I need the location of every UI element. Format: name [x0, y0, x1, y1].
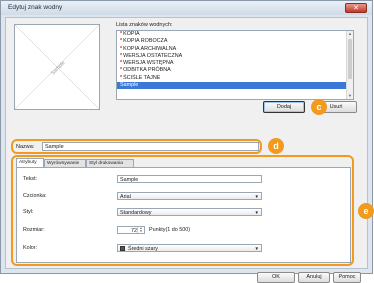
close-button[interactable]: ✕: [345, 3, 367, 13]
star-icon: *: [120, 60, 123, 67]
dialog-content: Sample Lista znaków wodnych: *KOPIA *KOPI…: [5, 17, 374, 283]
callout-d: d: [268, 138, 284, 154]
title-bar: Edytuj znak wodny ✕: [1, 1, 372, 15]
text-input[interactable]: Sample: [117, 175, 262, 183]
watermark-list[interactable]: *KOPIA *KOPIA ROBOCZA *KOPIA ARCHIWALNA *WE…: [116, 30, 354, 100]
ok-button[interactable]: OK: [257, 272, 295, 283]
color-select[interactable]: Średni szary ▼: [117, 244, 262, 252]
attributes-panel: Tekst: Sample Czcionka: Arial ▼ Styl: St…: [16, 167, 351, 263]
watermark-list-item-label: WERSJA WSTĘPNA: [123, 60, 174, 67]
help-button[interactable]: Pomoc: [333, 272, 361, 283]
size-label: Rozmiar:: [23, 227, 45, 233]
watermark-list-item-label: ODBITKA PRÓBNA: [123, 67, 171, 74]
scroll-thumb[interactable]: [348, 39, 352, 79]
chevron-down-icon: ▼: [254, 210, 259, 215]
style-select[interactable]: Standardowy ▼: [117, 208, 262, 216]
callout-e: e: [358, 203, 374, 219]
style-value: Standardowy: [120, 210, 152, 216]
chevron-down-icon: ▼: [254, 246, 259, 251]
callout-c: c: [311, 99, 327, 115]
scroll-up-icon[interactable]: ▲: [347, 31, 353, 37]
watermark-list-item-label: ŚCIŚLE TAJNE: [123, 74, 161, 81]
star-icon: *: [120, 74, 123, 81]
watermark-list-label: Lista znaków wodnych:: [116, 22, 173, 28]
add-button[interactable]: Dodaj: [263, 101, 305, 113]
font-select[interactable]: Arial ▼: [117, 192, 262, 200]
color-label: Kolor:: [23, 245, 38, 251]
font-label: Czcionka:: [23, 193, 47, 199]
watermark-list-item-label: KOPIA ROBOCZA: [123, 38, 168, 45]
preview-canvas: Sample: [15, 25, 99, 109]
watermark-list-item[interactable]: *KOPIA: [117, 31, 353, 38]
watermark-list-item[interactable]: *ŚCIŚLE TAJNE: [117, 75, 353, 82]
watermark-list-item-label: Sample: [120, 82, 139, 89]
watermark-list-item[interactable]: *WERSJA OSTATECZNA: [117, 53, 353, 60]
edit-watermark-dialog: Edytuj znak wodny ✕ Sample Lista znaków …: [0, 0, 374, 283]
watermark-list-item-label: WERSJA OSTATECZNA: [123, 52, 183, 59]
chevron-down-icon: ▼: [254, 194, 259, 199]
color-value: Średni szary: [128, 246, 158, 252]
star-icon: *: [120, 45, 123, 52]
watermark-list-item[interactable]: *KOPIA ARCHIWALNA: [117, 46, 353, 53]
watermark-list-item[interactable]: Sample: [117, 82, 353, 90]
watermark-list-item-label: KOPIA: [123, 31, 140, 37]
color-swatch: [120, 246, 125, 251]
scroll-down-icon[interactable]: ▼: [347, 93, 353, 99]
watermark-list-item[interactable]: *KOPIA ROBOCZA: [117, 38, 353, 45]
star-icon: *: [120, 31, 123, 37]
star-icon: *: [120, 67, 123, 74]
style-label: Styl:: [23, 209, 34, 215]
star-icon: *: [120, 38, 123, 45]
list-scrollbar[interactable]: ▲ ▼: [346, 31, 353, 99]
cancel-button[interactable]: Anuluj: [298, 272, 330, 283]
text-label: Tekst:: [23, 176, 38, 182]
font-value: Arial: [120, 194, 131, 200]
spinner-arrows-icon[interactable]: ▲ ▼: [137, 227, 144, 233]
watermark-preview: Sample: [14, 24, 100, 110]
size-spinner[interactable]: 72 ▲ ▼: [117, 226, 145, 234]
star-icon: *: [120, 52, 123, 59]
close-icon[interactable]: ✕: [353, 5, 359, 12]
watermark-list-item[interactable]: *ODBITKA PRÓBNA: [117, 67, 353, 74]
name-label: Nazwa:: [16, 144, 35, 150]
name-input[interactable]: Sample: [42, 142, 259, 151]
window-title: Edytuj znak wodny: [8, 4, 63, 11]
watermark-list-item-label: KOPIA ARCHIWALNA: [123, 45, 177, 52]
size-range-label: Punkty(1 do 500): [149, 227, 191, 233]
